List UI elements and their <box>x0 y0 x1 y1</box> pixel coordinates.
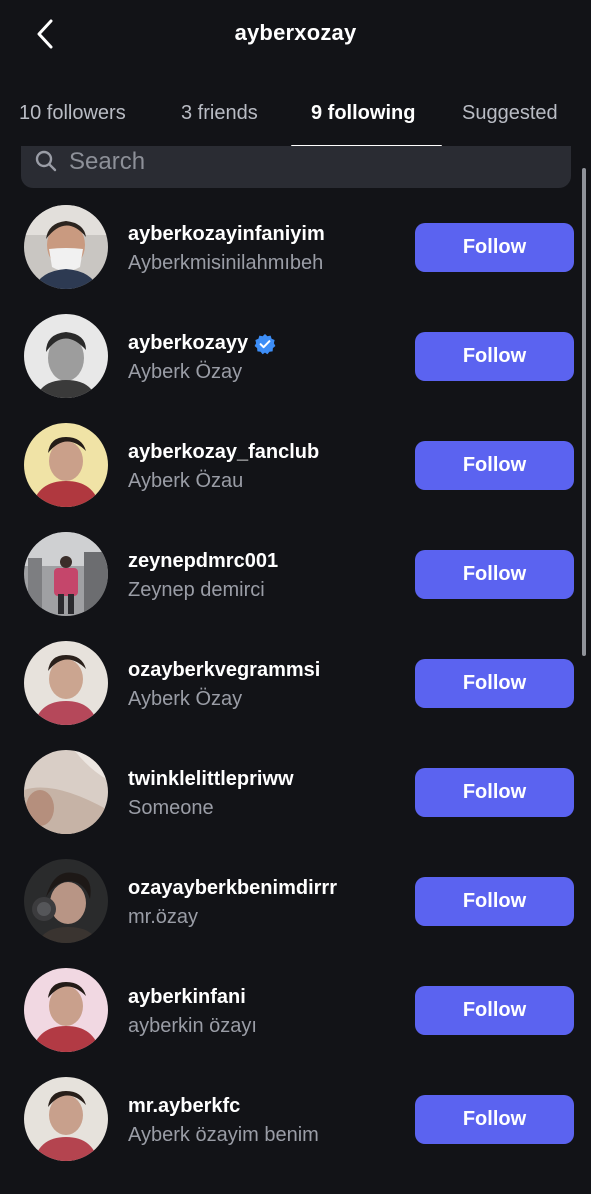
list-item[interactable]: ayberkinfani ayberkin özayı Follow <box>0 955 591 1064</box>
tab-bar: 10 followers 3 friends 9 following Sugge… <box>0 92 591 148</box>
avatar[interactable] <box>24 859 108 943</box>
avatar[interactable] <box>24 423 108 507</box>
list-item[interactable]: ayberkozay_fanclub Ayberk Özau Follow <box>0 410 591 519</box>
follow-button[interactable]: Follow <box>415 332 574 381</box>
header-bar: ayberxozay <box>0 0 591 70</box>
display-name: ayberkin özayı <box>128 1015 257 1037</box>
list-item[interactable]: ayberkozayy Ayberk Özay Follow <box>0 301 591 410</box>
display-name: mr.özay <box>128 906 199 928</box>
follow-button[interactable]: Follow <box>415 768 574 817</box>
username[interactable]: ayberkozay_fanclub <box>128 441 319 464</box>
username[interactable]: twinklelittlepriww <box>128 768 294 791</box>
username[interactable]: ayberkozayy <box>128 332 248 355</box>
follow-button[interactable]: Follow <box>415 877 574 926</box>
tab-friends[interactable]: 3 friends <box>181 102 258 125</box>
follow-button[interactable]: Follow <box>415 1095 574 1144</box>
avatar[interactable] <box>24 205 108 289</box>
display-name: Ayberk Özau <box>128 470 244 492</box>
username[interactable]: mr.ayberkfc <box>128 1095 240 1118</box>
avatar[interactable] <box>24 750 108 834</box>
avatar[interactable] <box>24 641 108 725</box>
display-name: Ayberk Özay <box>128 688 243 710</box>
follow-button[interactable]: Follow <box>415 223 574 272</box>
avatar[interactable] <box>24 314 108 398</box>
username[interactable]: ayberkinfani <box>128 986 246 1009</box>
follow-button[interactable]: Follow <box>415 550 574 599</box>
follow-button[interactable]: Follow <box>415 441 574 490</box>
follow-button[interactable]: Follow <box>415 659 574 708</box>
avatar[interactable] <box>24 532 108 616</box>
list-item[interactable]: ozayberkvegrammsi Ayberk Özay Follow <box>0 628 591 737</box>
list-item[interactable]: zeynepdmrc001 Zeynep demirci Follow <box>0 519 591 628</box>
display-name: Ayberkmisinilahmıbeh <box>128 252 324 274</box>
verified-badge-icon <box>254 333 276 354</box>
search-placeholder: Search <box>69 148 146 175</box>
avatar[interactable] <box>24 968 108 1052</box>
avatar[interactable] <box>24 1077 108 1161</box>
list-item[interactable]: mr.ayberkfc Ayberk özayim benim Follow <box>0 1064 591 1173</box>
list-item[interactable]: ayberkozayinfaniyim Ayberkmisinilahmıbeh… <box>0 192 591 301</box>
tab-followers[interactable]: 10 followers <box>19 102 126 125</box>
list-item[interactable]: twinklelittlepriww Someone Follow <box>0 737 591 846</box>
username[interactable]: ozayberkvegrammsi <box>128 659 320 682</box>
following-list: ayberkozayinfaniyim Ayberkmisinilahmıbeh… <box>0 192 591 1173</box>
username[interactable]: ayberkozayinfaniyim <box>128 223 325 246</box>
display-name: Zeynep demirci <box>128 579 265 601</box>
page-title: ayberxozay <box>234 20 357 45</box>
display-name: Someone <box>128 797 214 819</box>
display-name: Ayberk Özay <box>128 361 243 383</box>
username[interactable]: ozayayberkbenimdirrr <box>128 877 337 900</box>
search-icon <box>35 150 57 172</box>
follow-button[interactable]: Follow <box>415 986 574 1035</box>
list-item[interactable]: ozayayberkbenimdirrr mr.özay Follow <box>0 846 591 955</box>
tab-suggested[interactable]: Suggested <box>462 102 558 125</box>
username[interactable]: zeynepdmrc001 <box>128 550 278 573</box>
display-name: Ayberk özayim benim <box>128 1124 319 1146</box>
tab-following[interactable]: 9 following <box>311 102 415 125</box>
search-input[interactable]: Search <box>21 146 571 188</box>
